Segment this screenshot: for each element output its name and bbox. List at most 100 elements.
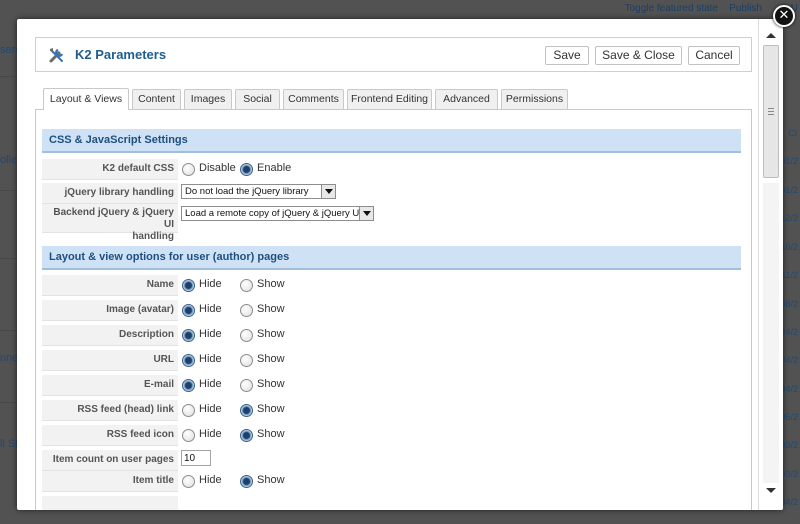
right-fragment: 08/2: [780, 299, 798, 309]
row-email: E-mail Hide Show: [42, 374, 741, 398]
tab-layout-views[interactable]: Layout & Views: [43, 88, 129, 110]
right-fragment: 03/2: [780, 440, 798, 450]
modal-scrollbar[interactable]: [758, 19, 783, 510]
grip-icon: [768, 108, 774, 115]
radio-hide[interactable]: [182, 329, 195, 342]
tab-permissions[interactable]: Permissions: [501, 89, 568, 109]
radio-enable[interactable]: [240, 163, 253, 176]
radio-label: Hide: [199, 403, 222, 415]
radio-show[interactable]: [240, 404, 253, 417]
radio-hide[interactable]: [182, 279, 195, 292]
item-count-input[interactable]: [181, 450, 211, 466]
field-label: Item count on user pages: [42, 450, 178, 471]
field-label: K2 default CSS: [42, 159, 178, 180]
jquery-handling-select[interactable]: Do not load the jQuery library: [181, 184, 336, 199]
field-label: Image (avatar): [42, 300, 178, 321]
radio-hide[interactable]: [182, 379, 195, 392]
right-fragment: 10/2: [780, 242, 798, 252]
left-fragment: nne: [0, 352, 19, 364]
right-fragment: 04/2: [780, 384, 798, 394]
toolbar: K2 Parameters Save Save & Close Cancel: [35, 37, 752, 72]
toggle-featured-link: Toggle featured state: [624, 3, 718, 14]
row-next-partial: [42, 495, 741, 510]
field-label: E-mail: [42, 375, 178, 396]
tab-images[interactable]: Images: [184, 89, 232, 109]
row-image-avatar: Image (avatar) Hide Show: [42, 299, 741, 323]
radio-label: Hide: [199, 474, 222, 486]
tab-social[interactable]: Social: [235, 89, 280, 109]
row-k2-default-css: K2 default CSS Disable Enable: [42, 158, 741, 182]
row-rss-feed-icon: RSS feed icon Hide Show: [42, 424, 741, 448]
save-close-button[interactable]: Save & Close: [595, 46, 682, 65]
background-bottom-controls: [140, 520, 340, 524]
select-value: Do not load the jQuery library: [185, 186, 309, 197]
radio-show[interactable]: [240, 379, 253, 392]
field-label: RSS feed (head) link: [42, 400, 178, 421]
radio-label: Show: [257, 378, 285, 390]
radio-label: Hide: [199, 353, 222, 365]
label-line-1: Backend jQuery & jQuery UI: [53, 207, 174, 230]
right-fragment: 05/2: [780, 412, 798, 422]
right-fragment: 04/2: [780, 355, 798, 365]
chevron-down-icon: [359, 207, 373, 220]
scroll-down-icon[interactable]: [766, 488, 776, 493]
radio-hide[interactable]: [182, 475, 195, 488]
right-fragment: 11/2: [781, 270, 798, 280]
row-backend-jquery: Backend jQuery & jQuery UI handling Load…: [42, 203, 741, 242]
right-fragment: Cr: [788, 128, 799, 138]
radio-label: Show: [257, 428, 285, 440]
row-description: Description Hide Show: [42, 324, 741, 348]
field-label: Description: [42, 325, 178, 346]
radio-label: Show: [257, 403, 285, 415]
modal-title: K2 Parameters: [75, 47, 167, 62]
scroll-thumb[interactable]: [763, 45, 779, 178]
radio-hide[interactable]: [182, 429, 195, 442]
cancel-button[interactable]: Cancel: [688, 46, 740, 65]
row-name: Name Hide Show: [42, 274, 741, 298]
right-fragment: 12/2: [780, 213, 798, 223]
radio-show[interactable]: [240, 329, 253, 342]
right-fragment: 01/2: [780, 156, 798, 166]
radio-show[interactable]: [240, 354, 253, 367]
field-label: RSS feed icon: [42, 425, 178, 446]
row-item-title: Item title Hide Show: [42, 470, 741, 494]
radio-hide[interactable]: [182, 404, 195, 417]
tab-content[interactable]: Content: [132, 89, 181, 109]
scroll-track[interactable]: [763, 183, 779, 483]
tab-bar: Layout & Views Content Images Social Com…: [43, 88, 753, 110]
radio-disable[interactable]: [182, 163, 195, 176]
section-header-css-js: CSS & JavaScript Settings: [42, 129, 741, 153]
radio-label: Disable: [199, 162, 236, 174]
radio-show[interactable]: [240, 304, 253, 317]
right-fragment: 03/2: [780, 469, 798, 479]
scroll-up-icon[interactable]: [766, 33, 776, 38]
radio-label: Show: [257, 474, 285, 486]
radio-show[interactable]: [240, 429, 253, 442]
radio-hide[interactable]: [182, 354, 195, 367]
radio-show[interactable]: [240, 475, 253, 488]
tab-advanced[interactable]: Advanced: [435, 89, 498, 109]
close-icon[interactable]: ✕: [773, 5, 795, 27]
field-label: Backend jQuery & jQuery UI handling: [42, 204, 178, 242]
right-fragment: 01/2: [780, 185, 798, 195]
radio-label: Hide: [199, 278, 222, 290]
tab-frontend-editing[interactable]: Frontend Editing: [347, 89, 432, 109]
chevron-down-icon: [321, 185, 335, 198]
left-fragment: ll St: [0, 438, 19, 450]
radio-hide[interactable]: [182, 304, 195, 317]
select-value: Load a remote copy of jQuery & jQuery UI: [185, 208, 362, 219]
radio-label: Hide: [199, 378, 222, 390]
backend-jquery-select[interactable]: Load a remote copy of jQuery & jQuery UI: [181, 206, 374, 221]
radio-show[interactable]: [240, 279, 253, 292]
modal-content: K2 Parameters Save Save & Close Cancel L…: [17, 19, 758, 510]
row-rss-feed-link: RSS feed (head) link Hide Show: [42, 399, 741, 423]
radio-label: Show: [257, 328, 285, 340]
tab-comments[interactable]: Comments: [283, 89, 344, 109]
radio-label: Show: [257, 278, 285, 290]
radio-label: Hide: [199, 428, 222, 440]
save-button[interactable]: Save: [545, 46, 589, 65]
left-fragment: olle: [0, 154, 18, 166]
section-header-user-pages: Layout & view options for user (author) …: [42, 246, 741, 270]
field-label: [42, 496, 178, 510]
field-label: URL: [42, 350, 178, 371]
